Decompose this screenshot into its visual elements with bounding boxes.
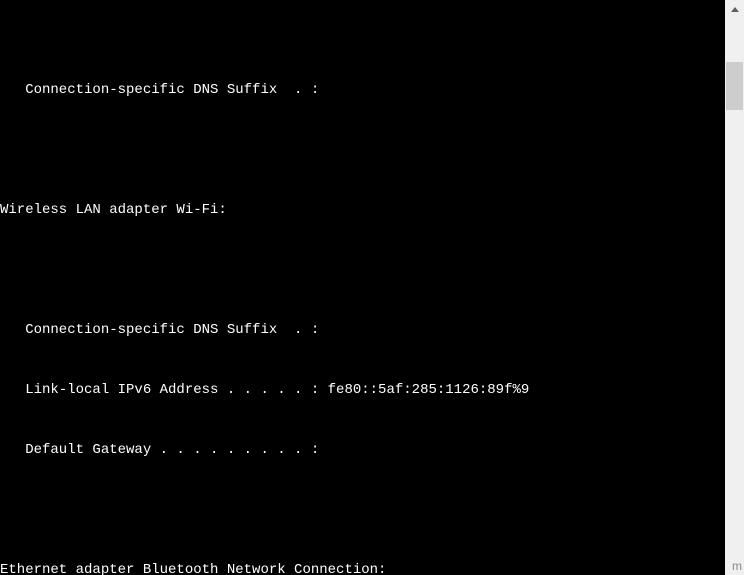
output-line: Link-local IPv6 Address . . . . . : fe80… [0,380,725,400]
scroll-up-button[interactable] [725,0,744,18]
output-line: Connection-specific DNS Suffix . : [0,320,725,340]
output-line [0,500,725,520]
output-line [0,260,725,280]
scroll-track[interactable] [725,18,744,558]
output-line: Default Gateway . . . . . . . . . : [0,440,725,460]
output-line: Ethernet adapter Bluetooth Network Conne… [0,560,725,575]
command-prompt-terminal[interactable]: Connection-specific DNS Suffix . : Wirel… [0,0,725,575]
scroll-thumb[interactable] [726,62,743,110]
corner-char: m [732,559,742,573]
terminal-output: Connection-specific DNS Suffix . : Wirel… [0,40,725,575]
vertical-scrollbar[interactable] [725,0,744,575]
output-line [0,140,725,160]
output-line: Wireless LAN adapter Wi-Fi: [0,200,725,220]
output-line: Connection-specific DNS Suffix . : [0,80,725,100]
